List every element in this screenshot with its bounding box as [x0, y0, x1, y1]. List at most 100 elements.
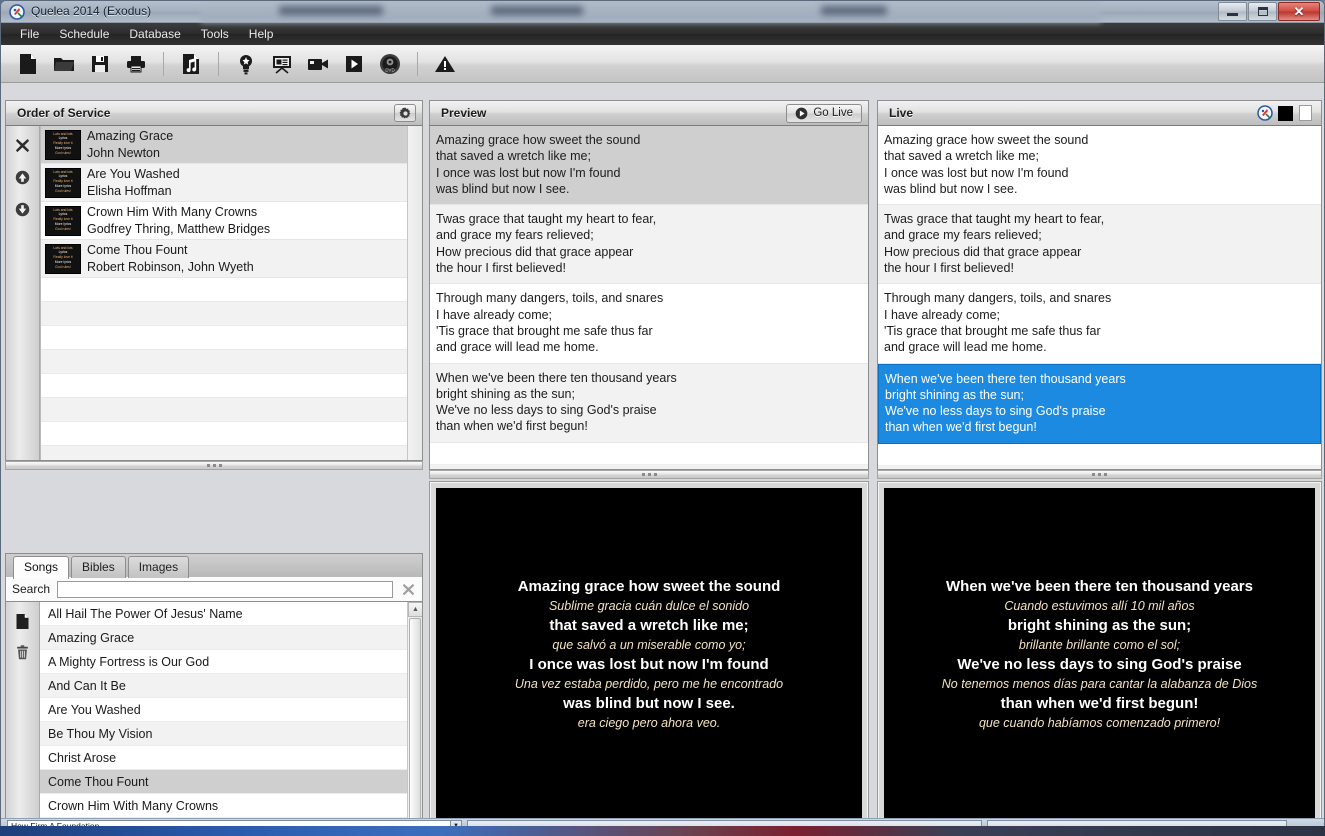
- blackout-button[interactable]: [1275, 104, 1295, 123]
- add-song-button[interactable]: [178, 51, 204, 77]
- order-list-item[interactable]: Lots and lots Lyrics Really love it More…: [41, 164, 422, 202]
- preview-verse[interactable]: When we've been there ten thousand years…: [430, 363, 868, 443]
- order-list-empty-row: [41, 350, 422, 374]
- new-document-icon: [20, 53, 36, 74]
- tab-bibles[interactable]: Bibles: [71, 556, 126, 578]
- live-verse-list[interactable]: Amazing grace how sweet the sound that s…: [877, 126, 1322, 470]
- trash-icon: [17, 645, 28, 660]
- order-list-empty-row: [41, 374, 422, 398]
- live-title: Live: [889, 106, 914, 120]
- song-list-scrollbar[interactable]: ▲ ▼: [407, 602, 422, 830]
- menu-schedule[interactable]: Schedule: [50, 24, 118, 44]
- minimize-icon: [1227, 13, 1238, 16]
- delete-song-button[interactable]: [12, 642, 34, 664]
- live-projection-screen[interactable]: When we've been there ten thousand years…: [884, 488, 1315, 821]
- order-list-item[interactable]: Lots and lots Lyrics Really love it More…: [41, 240, 422, 278]
- live-verse[interactable]: Through many dangers, toils, and snares …: [878, 284, 1321, 364]
- live-verse[interactable]: When we've been there ten thousand years…: [878, 363, 1321, 444]
- live-verse[interactable]: Amazing grace how sweet the sound that s…: [878, 126, 1321, 206]
- preview-verse[interactable]: Amazing grace how sweet the sound that s…: [430, 126, 868, 206]
- add-dvd-button[interactable]: DVD: [377, 51, 403, 77]
- order-list-item[interactable]: Lots and lots Lyrics Really love it More…: [41, 126, 422, 164]
- main-content: Order of Service Lots and lots Lyrics Re…: [1, 84, 1324, 830]
- toolbar-separator: [417, 51, 418, 76]
- preview-projection-screen[interactable]: Amazing grace how sweet the sound Sublim…: [436, 488, 862, 821]
- scroll-thumb[interactable]: [409, 618, 421, 830]
- preview-verse-list[interactable]: Amazing grace how sweet the sound that s…: [429, 126, 869, 470]
- tab-songs[interactable]: Songs: [13, 556, 70, 579]
- song-list-item[interactable]: All Hail The Power Of Jesus' Name: [40, 602, 422, 626]
- order-item-author: John Newton: [87, 145, 160, 160]
- black-square-icon: [1277, 105, 1293, 121]
- clear-button[interactable]: [1295, 104, 1315, 123]
- library-toolbar: [6, 602, 40, 830]
- live-splitter[interactable]: [877, 470, 1322, 479]
- order-of-service-body: Lots and lots Lyrics Really love it More…: [5, 126, 423, 461]
- video-camera-icon: [308, 58, 328, 70]
- song-list-item[interactable]: Crown Him With Many Crowns: [40, 794, 422, 818]
- song-list-item[interactable]: Be Thou My Vision: [40, 722, 422, 746]
- song-list-item[interactable]: Come Thou Fount: [40, 770, 422, 794]
- projection-line-en: When we've been there ten thousand years: [946, 577, 1253, 595]
- add-presentation-button[interactable]: [269, 51, 295, 77]
- order-of-service-list[interactable]: Lots and lots Lyrics Really love it More…: [40, 126, 422, 460]
- library-tabs: Songs Bibles Images: [5, 553, 423, 579]
- add-song-button[interactable]: [12, 610, 34, 632]
- song-list-item[interactable]: And Can It Be: [40, 674, 422, 698]
- order-list-scrollbar[interactable]: [407, 126, 422, 460]
- live-verse-empty: [878, 443, 1321, 466]
- minimize-button[interactable]: [1218, 2, 1247, 21]
- add-video-button[interactable]: [305, 51, 331, 77]
- save-schedule-button[interactable]: [87, 51, 113, 77]
- quick-insert-button[interactable]: [233, 51, 259, 77]
- clear-search-button[interactable]: [400, 581, 416, 597]
- close-icon: ✕: [1293, 4, 1305, 19]
- order-library-splitter[interactable]: [5, 461, 423, 470]
- go-live-button[interactable]: Go Live: [786, 103, 862, 123]
- song-list-item[interactable]: A Mighty Fortress is Our God: [40, 650, 422, 674]
- preview-verse[interactable]: Twas grace that taught my heart to fear,…: [430, 205, 868, 285]
- remove-item-button[interactable]: [12, 134, 34, 156]
- order-of-service-toolbar: [6, 126, 40, 460]
- open-folder-icon: [54, 57, 74, 71]
- order-list-item[interactable]: Lots and lots Lyrics Really love it More…: [41, 202, 422, 240]
- song-list[interactable]: All Hail The Power Of Jesus' Name Amazin…: [40, 602, 422, 830]
- song-list-item[interactable]: Amazing Grace: [40, 626, 422, 650]
- live-verse[interactable]: Twas grace that taught my heart to fear,…: [878, 205, 1321, 285]
- new-schedule-button[interactable]: [15, 51, 41, 77]
- move-up-button[interactable]: [12, 166, 34, 188]
- preview-verse[interactable]: Through many dangers, toils, and snares …: [430, 284, 868, 364]
- preview-projection-area: Amazing grace how sweet the sound Sublim…: [429, 481, 869, 828]
- menu-database[interactable]: Database: [120, 24, 189, 44]
- quelea-logo-button[interactable]: [1255, 104, 1275, 123]
- projection-line-es: Cuando estuvimos allí 10 mil años: [1004, 598, 1195, 613]
- order-list-empty-row: [41, 398, 422, 422]
- preview-splitter[interactable]: [429, 470, 869, 479]
- open-schedule-button[interactable]: [51, 51, 77, 77]
- search-bar: Search: [5, 577, 423, 602]
- song-list-item[interactable]: Christ Arose: [40, 746, 422, 770]
- scroll-up-arrow[interactable]: ▲: [408, 602, 422, 617]
- close-button[interactable]: ✕: [1278, 2, 1320, 21]
- song-list-item[interactable]: Are You Washed: [40, 698, 422, 722]
- print-schedule-button[interactable]: [123, 51, 149, 77]
- order-of-service-title: Order of Service: [17, 106, 111, 120]
- order-item-author: Godfrey Thring, Matthew Bridges: [87, 221, 271, 236]
- menu-bar: File Schedule Database Tools Help: [1, 23, 1324, 45]
- application-window: Quelea 2014 (Exodus) ✕ File Schedule Dat…: [0, 0, 1325, 831]
- menu-file[interactable]: File: [11, 24, 48, 44]
- order-list-empty-row: [41, 302, 422, 326]
- tab-images[interactable]: Images: [127, 556, 190, 578]
- add-timer-button[interactable]: [341, 51, 367, 77]
- projection-line-en: than when we'd first begun!: [1000, 694, 1199, 712]
- notice-button[interactable]: [432, 51, 458, 77]
- menu-tools[interactable]: Tools: [192, 24, 238, 44]
- menu-help[interactable]: Help: [240, 24, 283, 44]
- order-item-author: Elisha Hoffman: [87, 183, 172, 198]
- order-of-service-options-button[interactable]: [394, 104, 416, 122]
- move-down-button[interactable]: [12, 198, 34, 220]
- search-input[interactable]: [57, 580, 393, 598]
- live-projection-area: When we've been there ten thousand years…: [877, 481, 1322, 828]
- maximize-button[interactable]: [1248, 2, 1277, 21]
- order-item-title: Crown Him With Many Crowns: [87, 204, 258, 219]
